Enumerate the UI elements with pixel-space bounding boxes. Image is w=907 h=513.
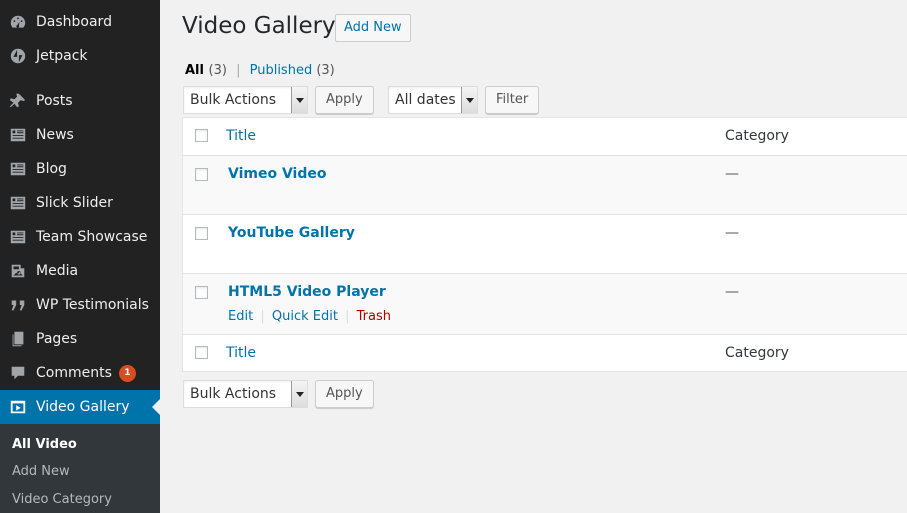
submenu-add-new[interactable]: Add New (12, 464, 70, 479)
submenu-video-category[interactable]: Video Category (12, 492, 112, 507)
row-checkbox[interactable] (195, 227, 208, 240)
menu-label: Dashboard (36, 14, 112, 30)
menu-jetpack[interactable]: Jetpack (0, 39, 160, 73)
table-row: YouTube Gallery — (183, 214, 907, 273)
add-new-button[interactable]: Add New (335, 14, 411, 42)
select-all-checkbox-footer[interactable] (195, 346, 208, 359)
menu-label: Posts (36, 93, 73, 109)
row-title-link[interactable]: YouTube Gallery (228, 225, 355, 241)
menu-media[interactable]: Media (0, 254, 160, 288)
status-filter-links: All (3) | Published (3) (185, 63, 335, 78)
menu-label: WP Testimonials (36, 297, 149, 313)
column-category-footer: Category (725, 345, 789, 361)
bulk-actions-select-bottom[interactable]: Bulk Actions (183, 380, 308, 408)
quote-icon (9, 296, 27, 314)
column-title-footer[interactable]: Title (226, 345, 256, 361)
row-title-link[interactable]: HTML5 Video Player (228, 284, 386, 300)
menu-slick-slider[interactable]: Slick Slider (0, 186, 160, 220)
video-list-table: Title Category Vimeo Video — YouTube Gal… (182, 117, 907, 372)
chevron-down-icon (291, 87, 307, 113)
menu-label: Jetpack (36, 48, 88, 64)
row-actions: Edit | Quick Edit | Trash (228, 309, 391, 324)
column-title-header[interactable]: Title (226, 128, 256, 144)
chevron-down-icon (461, 87, 477, 113)
main-content: Video Gallery Add New All (3) | Publishe… (160, 0, 907, 513)
video-gallery-submenu: All Video Add New Video Category (0, 424, 160, 513)
chevron-down-icon (291, 381, 307, 407)
trash-link[interactable]: Trash (357, 309, 391, 324)
apply-button-top[interactable]: Apply (315, 86, 374, 114)
column-category-header: Category (725, 128, 789, 144)
quick-edit-link[interactable]: Quick Edit (272, 309, 338, 324)
list-icon (9, 160, 27, 178)
pin-icon (9, 92, 27, 110)
bulk-actions-value: Bulk Actions (190, 92, 277, 108)
menu-news[interactable]: News (0, 118, 160, 152)
table-row: Vimeo Video — (183, 155, 907, 214)
menu-pages[interactable]: Pages (0, 322, 160, 356)
dates-value: All dates (395, 92, 456, 108)
edit-link[interactable]: Edit (228, 309, 253, 324)
list-icon (9, 228, 27, 246)
bulk-actions-select-top[interactable]: Bulk Actions (183, 86, 308, 114)
row-category: — (725, 166, 739, 182)
dates-select[interactable]: All dates (388, 86, 478, 114)
filter-published[interactable]: Published (3) (250, 63, 335, 78)
menu-posts[interactable]: Posts (0, 84, 160, 118)
menu-blog[interactable]: Blog (0, 152, 160, 186)
menu-label: Comments (36, 365, 112, 381)
comments-count-badge: 1 (118, 364, 136, 382)
menu-label: News (36, 127, 74, 143)
menu-wp-testimonials[interactable]: WP Testimonials (0, 288, 160, 322)
select-all-checkbox[interactable] (195, 129, 208, 142)
table-footer: Title Category (183, 334, 907, 371)
action-separator: | (345, 309, 350, 324)
row-title-link[interactable]: Vimeo Video (228, 166, 327, 182)
row-category: — (725, 284, 739, 300)
admin-sidebar: Dashboard Jetpack Posts News Blog Slick … (0, 0, 160, 513)
menu-video-gallery[interactable]: Video Gallery (0, 390, 160, 424)
list-icon (9, 126, 27, 144)
menu-label: Media (36, 263, 79, 279)
list-icon (9, 194, 27, 212)
page-title: Video Gallery (182, 13, 336, 39)
filter-all[interactable]: All (3) (185, 63, 227, 78)
menu-label: Pages (36, 331, 78, 347)
row-category: — (725, 225, 739, 241)
comment-icon (9, 364, 27, 382)
row-checkbox[interactable] (195, 168, 208, 181)
video-icon (9, 398, 27, 416)
submenu-all-video[interactable]: All Video (12, 437, 77, 452)
menu-label: Video Gallery (36, 399, 130, 415)
media-icon (9, 262, 27, 280)
dashboard-icon (9, 13, 27, 31)
row-checkbox[interactable] (195, 286, 208, 299)
table-header: Title Category (183, 118, 907, 155)
menu-dashboard[interactable]: Dashboard (0, 5, 160, 39)
filter-button[interactable]: Filter (485, 86, 540, 114)
bulk-actions-value: Bulk Actions (190, 386, 277, 402)
pages-icon (9, 330, 27, 348)
menu-label: Blog (36, 161, 67, 177)
menu-label: Team Showcase (36, 229, 148, 245)
apply-button-bottom[interactable]: Apply (315, 380, 374, 408)
menu-team-showcase[interactable]: Team Showcase (0, 220, 160, 254)
menu-label: Slick Slider (36, 195, 113, 211)
table-row: HTML5 Video Player — Edit | Quick Edit |… (183, 273, 907, 334)
filter-separator: | (236, 63, 241, 78)
menu-comments[interactable]: Comments 1 (0, 356, 160, 390)
action-separator: | (260, 309, 265, 324)
jetpack-icon (9, 47, 27, 65)
